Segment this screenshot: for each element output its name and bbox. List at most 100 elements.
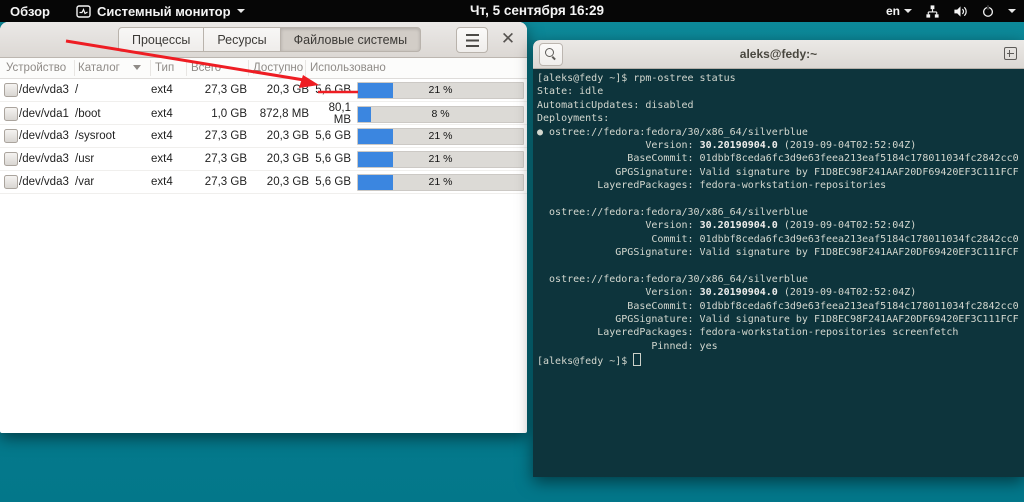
usage-percent-label: 21 % bbox=[358, 129, 523, 144]
drive-icon bbox=[4, 152, 18, 166]
total-cell: 27,3 GB bbox=[187, 176, 247, 188]
tab-inactive[interactable]: Процессы bbox=[118, 27, 204, 52]
new-tab-button[interactable] bbox=[999, 43, 1021, 64]
directory-cell: /boot bbox=[75, 108, 151, 120]
volume-icon bbox=[953, 4, 968, 19]
available-cell: 20,3 GB bbox=[247, 153, 309, 165]
terminal-line: ostree://fedora:fedora/30/x86_64/silverb… bbox=[537, 206, 1024, 219]
search-button[interactable] bbox=[539, 43, 563, 66]
terminal-line: AutomaticUpdates: disabled bbox=[537, 99, 1024, 112]
table-row[interactable]: /dev/vda1/bootext41,0 GB872,8 MB80,1 MB8… bbox=[0, 102, 527, 125]
terminal-line bbox=[537, 193, 1024, 206]
chevron-down-icon bbox=[237, 9, 245, 13]
table-header: Устройство Каталог Тип Всего Доступно Использ… bbox=[0, 58, 527, 79]
terminal-line: [aleks@fedy ~]$ bbox=[537, 353, 1024, 366]
close-button[interactable]: ✕ bbox=[497, 26, 519, 52]
type-cell: ext4 bbox=[151, 108, 187, 120]
available-cell: 872,8 MB bbox=[247, 108, 309, 120]
column-header[interactable]: Всего bbox=[191, 58, 221, 78]
used-cell: 80,1 MB bbox=[309, 102, 351, 126]
usage-percent-label: 8 % bbox=[358, 107, 523, 122]
column-header[interactable]: Каталог bbox=[78, 58, 120, 78]
menu-button[interactable] bbox=[456, 27, 488, 53]
available-cell: 20,3 GB bbox=[247, 176, 309, 188]
usage-bar: 8 % bbox=[357, 106, 524, 123]
table-row[interactable]: /dev/vda3/ext427,3 GB20,3 GB5,6 GB21 % bbox=[0, 79, 527, 102]
app-menu-label: Системный монитор bbox=[97, 4, 231, 19]
column-header[interactable]: Использовано bbox=[310, 58, 386, 78]
type-cell: ext4 bbox=[151, 130, 187, 142]
directory-cell: /var bbox=[75, 176, 151, 188]
terminal-cursor bbox=[633, 353, 641, 366]
terminal-line: ostree://fedora:fedora/30/x86_64/silverb… bbox=[537, 273, 1024, 286]
type-cell: ext4 bbox=[151, 153, 187, 165]
total-cell: 27,3 GB bbox=[187, 153, 247, 165]
status-area[interactable]: en bbox=[886, 0, 1016, 22]
usage-percent-label: 21 % bbox=[358, 152, 523, 167]
activities-button[interactable]: Обзор bbox=[0, 4, 60, 19]
usage-bar: 21 % bbox=[357, 82, 524, 99]
terminal-line: LayeredPackages: fedora-workstation-repo… bbox=[537, 179, 1024, 192]
drive-icon bbox=[4, 83, 18, 97]
top-bar: Обзор Системный монитор Чт, 5 сентября 1… bbox=[0, 0, 1024, 22]
drive-icon bbox=[4, 107, 18, 121]
used-cell: 5,6 GB bbox=[309, 84, 351, 96]
terminal-line: Version: 30.20190904.0 (2019-09-04T02:52… bbox=[537, 286, 1024, 299]
directory-cell: /sysroot bbox=[75, 130, 151, 142]
chevron-down-icon bbox=[904, 9, 912, 13]
terminal-line: BaseCommit: 01dbbf8ceda6fc3d9e63feea213e… bbox=[537, 152, 1024, 165]
hamburger-icon bbox=[466, 34, 479, 47]
tab-inactive[interactable]: Ресурсы bbox=[203, 27, 280, 52]
available-cell: 20,3 GB bbox=[247, 130, 309, 142]
terminal-line: State: idle bbox=[537, 85, 1024, 98]
terminal-line bbox=[537, 259, 1024, 272]
directory-cell: /usr bbox=[75, 153, 151, 165]
system-monitor-headerbar[interactable]: ПроцессыРесурсыФайловые системы ✕ bbox=[0, 22, 527, 58]
clock[interactable]: Чт, 5 сентября 16:29 bbox=[470, 0, 604, 22]
total-cell: 1,0 GB bbox=[187, 108, 247, 120]
search-icon bbox=[545, 48, 554, 57]
terminal-line: LayeredPackages: fedora-workstation-repo… bbox=[537, 326, 1024, 339]
column-header[interactable]: Доступно bbox=[253, 58, 303, 78]
column-header[interactable]: Тип bbox=[155, 58, 174, 78]
usage-bar: 21 % bbox=[357, 174, 524, 191]
terminal-line: Version: 30.20190904.0 (2019-09-04T02:52… bbox=[537, 139, 1024, 152]
column-header[interactable]: Устройство bbox=[6, 58, 66, 78]
system-monitor-window: ПроцессыРесурсыФайловые системы ✕ Устрой… bbox=[0, 22, 527, 433]
drive-icon bbox=[4, 175, 18, 189]
terminal-line: Pinned: yes bbox=[537, 340, 1024, 353]
drive-icon bbox=[4, 129, 18, 143]
table-row[interactable]: /dev/vda3/usrext427,3 GB20,3 GB5,6 GB 21 … bbox=[0, 148, 527, 171]
sort-indicator-icon bbox=[133, 65, 141, 70]
tab-active[interactable]: Файловые системы bbox=[280, 27, 421, 52]
available-cell: 20,3 GB bbox=[247, 84, 309, 96]
network-wired-icon bbox=[925, 4, 940, 19]
used-cell: 5,6 GB bbox=[309, 176, 351, 188]
power-icon bbox=[981, 4, 995, 18]
chevron-down-icon bbox=[1008, 9, 1016, 13]
used-cell: 5,6 GB bbox=[309, 153, 351, 165]
table-row[interactable]: /dev/vda3/sysrootext427,3 GB20,3 GB5,6 G… bbox=[0, 125, 527, 148]
terminal-line: GPGSignature: Valid signature by F1D8EC9… bbox=[537, 166, 1024, 179]
directory-cell: / bbox=[75, 84, 151, 96]
usage-bar: 21 % bbox=[357, 151, 524, 168]
keyboard-layout-indicator[interactable]: en bbox=[886, 4, 912, 18]
app-menu-button[interactable]: Системный монитор bbox=[76, 4, 245, 19]
device-cell: /dev/vda3 bbox=[19, 130, 75, 142]
used-cell: 5,6 GB bbox=[309, 130, 351, 142]
terminal-line: BaseCommit: 01dbbf8ceda6fc3d9e63feea213e… bbox=[537, 300, 1024, 313]
system-monitor-app-icon bbox=[76, 5, 91, 18]
new-tab-icon bbox=[1004, 47, 1017, 60]
table-row[interactable]: /dev/vda3/varext427,3 GB20,3 GB5,6 GB21 … bbox=[0, 171, 527, 194]
terminal-line: GPGSignature: Valid signature by F1D8EC9… bbox=[537, 313, 1024, 326]
terminal-output[interactable]: [aleks@fedy ~]$ rpm-ostree statusState: … bbox=[533, 69, 1024, 477]
usage-bar: 21 % bbox=[357, 128, 524, 145]
device-cell: /dev/vda3 bbox=[19, 153, 75, 165]
filesystem-table: /dev/vda3/ext427,3 GB20,3 GB5,6 GB21 %/d… bbox=[0, 79, 527, 194]
device-cell: /dev/vda3 bbox=[19, 84, 75, 96]
usage-percent-label: 21 % bbox=[358, 83, 523, 98]
terminal-line: Deployments: bbox=[537, 112, 1024, 125]
terminal-headerbar[interactable]: aleks@fedy:~ bbox=[533, 40, 1024, 69]
terminal-window: aleks@fedy:~ [aleks@fedy ~]$ rpm-ostree … bbox=[533, 40, 1024, 477]
terminal-line: [aleks@fedy ~]$ rpm-ostree status bbox=[537, 72, 1024, 85]
